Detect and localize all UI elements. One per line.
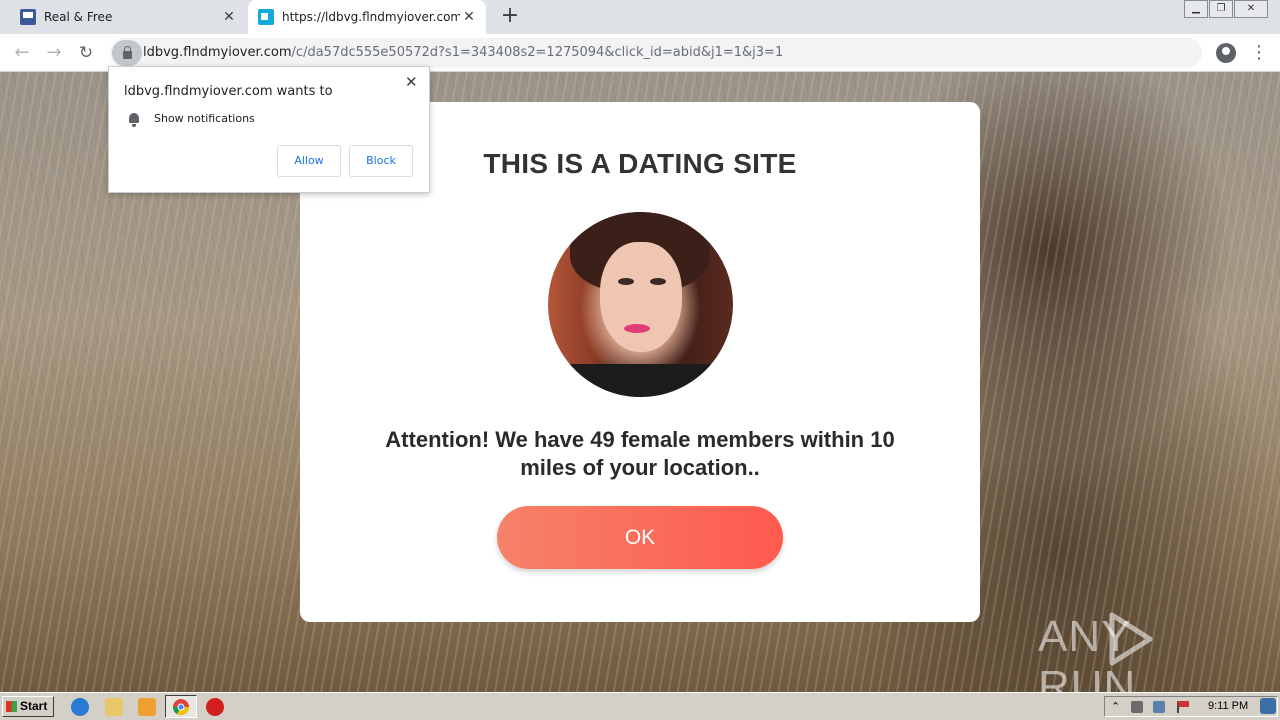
tab-title: Real & Free [44, 10, 113, 24]
system-tray: ⌃ [1104, 696, 1278, 717]
url-host: ldbvg.flndmyiover.com [143, 45, 292, 60]
allow-button[interactable]: Allow [277, 145, 341, 177]
reload-icon[interactable]: ↻ [74, 41, 98, 65]
clock[interactable]: 9:11 PM [1208, 700, 1248, 712]
tab-real-and-free[interactable]: Real & Free ✕ [8, 0, 246, 34]
show-desktop-icon[interactable] [1260, 698, 1276, 714]
attention-message: Attention! We have 49 female members wit… [385, 427, 895, 480]
network-icon[interactable] [1153, 701, 1165, 713]
close-tab-icon[interactable]: ✕ [460, 9, 478, 25]
permission-label: Show notifications [154, 112, 255, 125]
profile-avatar-icon[interactable] [1216, 43, 1236, 63]
windows-logo-icon [6, 701, 17, 712]
site-favicon-icon [20, 9, 36, 25]
profile-photo [548, 212, 733, 397]
start-button[interactable]: Start [2, 696, 54, 717]
restore-icon[interactable]: ❐ [1209, 0, 1233, 18]
tab-title: https://ldbvg.flndmyiover.com/c/da [282, 10, 460, 24]
chrome-taskbar-button[interactable] [165, 695, 197, 718]
internet-explorer-icon[interactable] [71, 698, 89, 716]
flag-icon[interactable] [1177, 701, 1189, 713]
close-icon[interactable]: ✕ [405, 73, 418, 91]
chrome-icon [172, 699, 190, 716]
back-arrow-icon[interactable]: ← [10, 41, 34, 65]
site-favicon-icon [258, 9, 274, 25]
url-path: /c/da57dc555e50572d?s1=343408s2=1275094&… [291, 45, 784, 60]
folder-icon[interactable] [105, 698, 123, 716]
volume-icon[interactable] [1131, 701, 1143, 713]
address-bar[interactable]: ldbvg.flndmyiover.com/c/da57dc555e50572d… [110, 38, 1202, 68]
url-text[interactable]: ldbvg.flndmyiover.com/c/da57dc555e50572d… [143, 45, 783, 60]
notification-permission-prompt: ldbvg.flndmyiover.com wants to ✕ Show no… [108, 66, 430, 193]
show-hidden-icons-icon[interactable]: ⌃ [1111, 701, 1123, 713]
lock-icon[interactable] [112, 40, 142, 66]
opera-icon[interactable] [206, 698, 224, 716]
forward-arrow-icon[interactable]: → [42, 41, 66, 65]
tab-strip: Real & Free ✕ https://ldbvg.flndmyiover.… [0, 0, 1280, 34]
browser-menu-icon[interactable]: ⋮ [1250, 41, 1268, 65]
close-window-icon[interactable]: ✕ [1234, 0, 1268, 18]
play-logo-icon [1109, 612, 1153, 666]
minimize-icon[interactable]: ▁ [1184, 0, 1208, 18]
ok-button[interactable]: OK [497, 506, 783, 569]
close-tab-icon[interactable]: ✕ [220, 9, 238, 25]
bell-icon [128, 113, 140, 127]
tab-dating-site[interactable]: https://ldbvg.flndmyiover.com/c/da ✕ [248, 0, 486, 34]
block-button[interactable]: Block [349, 145, 413, 177]
prompt-title: ldbvg.flndmyiover.com wants to [124, 84, 333, 99]
media-player-icon[interactable] [138, 698, 156, 716]
start-label: Start [20, 699, 48, 713]
taskbar: Start ⌃ 9:11 PM [0, 692, 1280, 720]
new-tab-icon[interactable]: + [498, 4, 522, 28]
